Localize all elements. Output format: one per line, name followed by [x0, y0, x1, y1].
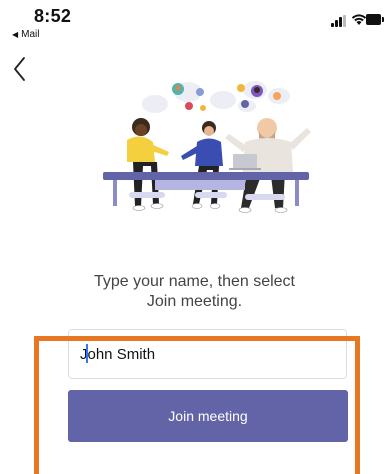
status-bar: 8:52 ◀ Mail — [0, 0, 389, 44]
battery-icon — [366, 14, 384, 25]
name-field[interactable] — [68, 329, 347, 379]
chairs — [129, 192, 285, 200]
status-icons — [331, 13, 384, 27]
shoes — [132, 203, 288, 213]
back-to-app-link[interactable]: ◀ Mail — [12, 29, 40, 40]
status-time: 8:52 — [34, 6, 72, 26]
join-instructions: Type your name, then select Join meeting… — [0, 272, 389, 312]
wifi-icon — [351, 14, 367, 25]
name-input[interactable] — [69, 330, 346, 378]
chevron-left-icon — [14, 57, 25, 81]
join-meeting-button[interactable]: Join meeting — [68, 390, 348, 442]
back-button[interactable] — [8, 54, 36, 84]
speech-bubbles — [142, 81, 290, 113]
seated-person-middle — [181, 121, 223, 204]
join-instructions-line1: Type your name, then select — [94, 273, 295, 290]
join-instructions-line2: Join meeting. — [146, 293, 243, 310]
meeting-illustration — [103, 81, 311, 213]
text-cursor — [86, 344, 88, 363]
laptop — [229, 154, 261, 170]
back-to-app-label: Mail — [21, 29, 40, 40]
back-triangle-icon: ◀ — [12, 30, 19, 39]
